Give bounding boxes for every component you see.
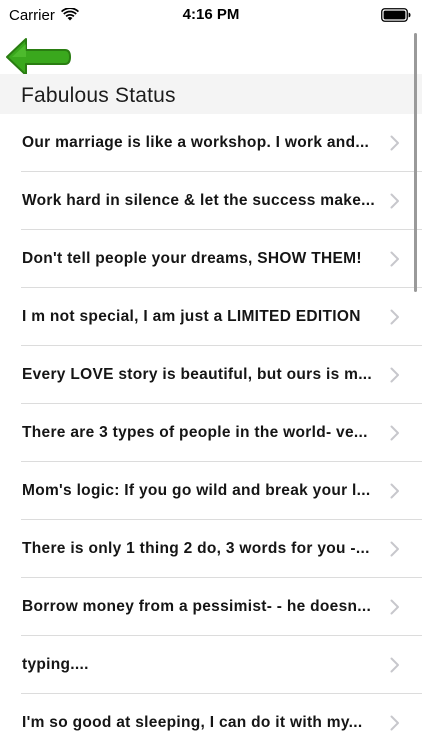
arrow-left-icon[interactable]	[4, 36, 72, 78]
list-item-text: I m not special, I am just a LIMITED EDI…	[22, 308, 361, 325]
battery-icon	[381, 8, 411, 22]
list-item[interactable]: There is only 1 thing 2 do, 3 words for …	[0, 520, 422, 578]
list-item[interactable]: There are 3 types of people in the world…	[0, 404, 422, 462]
list-item[interactable]: Borrow money from a pessimist- - he does…	[0, 578, 422, 636]
list-item-text: There are 3 types of people in the world…	[22, 424, 368, 441]
chevron-right-icon	[390, 135, 399, 151]
list-item[interactable]: Mom's logic: If you go wild and break yo…	[0, 462, 422, 520]
list-item[interactable]: Work hard in silence & let the success m…	[0, 172, 422, 230]
list-item[interactable]: Our marriage is like a workshop. I work …	[0, 114, 422, 172]
list-item-text: Borrow money from a pessimist- - he does…	[22, 598, 372, 615]
section-header: Fabulous Status	[0, 74, 422, 114]
list-item-text: Every LOVE story is beautiful, but ours …	[22, 366, 373, 383]
clock: 4:16 PM	[182, 6, 240, 23]
chevron-right-icon	[390, 599, 399, 615]
list-item-text: Our marriage is like a workshop. I work …	[22, 134, 370, 151]
status-list: Our marriage is like a workshop. I work …	[0, 114, 422, 750]
chevron-right-icon	[390, 715, 399, 731]
chevron-right-icon	[390, 251, 399, 267]
chevron-right-icon	[390, 483, 399, 499]
list-item-text: There is only 1 thing 2 do, 3 words for …	[22, 540, 370, 557]
list-item-text: Don't tell people your dreams, SHOW THEM…	[22, 250, 362, 267]
list-item[interactable]: I'm so good at sleeping, I can do it wit…	[0, 694, 422, 752]
page-title: Fabulous Status	[21, 84, 176, 107]
chevron-right-icon	[390, 657, 399, 673]
list-item[interactable]: Every LOVE story is beautiful, but ours …	[0, 346, 422, 404]
nav-bar	[0, 30, 422, 76]
chevron-right-icon	[390, 367, 399, 383]
list-item-text: Work hard in silence & let the success m…	[22, 192, 375, 209]
list-item[interactable]: I m not special, I am just a LIMITED EDI…	[0, 288, 422, 346]
list-item[interactable]: Don't tell people your dreams, SHOW THEM…	[0, 230, 422, 288]
chevron-right-icon	[390, 309, 399, 325]
list-item-text: I'm so good at sleeping, I can do it wit…	[22, 714, 363, 731]
chevron-right-icon	[390, 193, 399, 209]
list-item-text: typing....	[22, 656, 89, 673]
chevron-right-icon	[390, 541, 399, 557]
chevron-right-icon	[390, 425, 399, 441]
scrollbar[interactable]	[414, 33, 417, 292]
list-item[interactable]: typing....	[0, 636, 422, 694]
status-bar: Carrier 4:16 PM	[0, 0, 422, 30]
list-item-text: Mom's logic: If you go wild and break yo…	[22, 482, 371, 499]
